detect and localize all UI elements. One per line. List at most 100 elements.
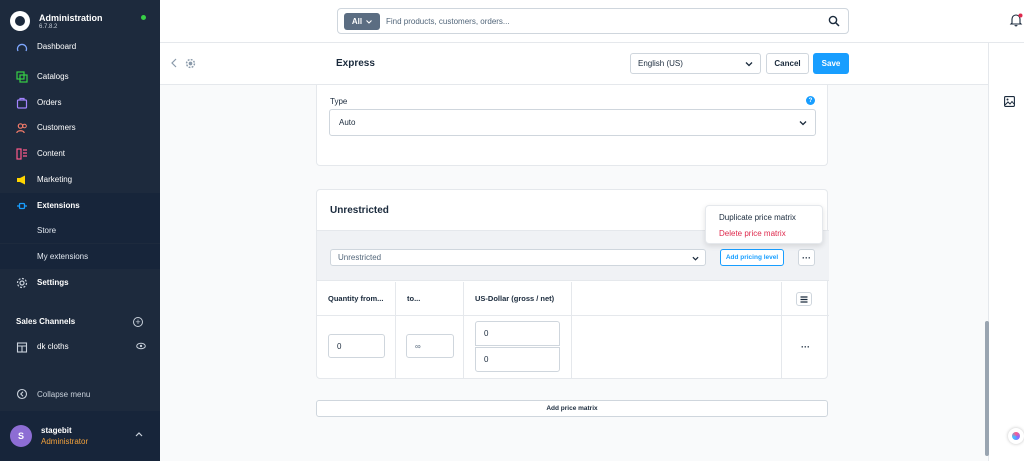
scrollbar[interactable]	[985, 321, 989, 456]
sidebar-item-extensions[interactable]: Extensions	[0, 193, 160, 218]
chevron-down-icon	[745, 62, 753, 67]
brand-name: Administration	[39, 13, 103, 23]
add-price-matrix-button[interactable]: Add price matrix	[316, 400, 828, 417]
table-cell: 0	[317, 316, 396, 379]
rule-value: Unrestricted	[338, 253, 382, 262]
gear-icon[interactable]	[185, 58, 196, 69]
delete-price-matrix-item[interactable]: Delete price matrix	[719, 229, 786, 238]
user-menu[interactable]: S stagebit Administrator	[0, 411, 160, 461]
chevron-down-icon	[692, 256, 699, 261]
online-status-dot	[141, 15, 146, 20]
back-chevron-icon[interactable]	[171, 58, 177, 71]
user-name: stagebit	[41, 426, 72, 435]
sidebar-item-orders[interactable]: Orders	[0, 90, 160, 115]
sidebar-item-my-extensions[interactable]: My extensions	[0, 244, 160, 269]
shopware-logo-icon	[10, 11, 30, 31]
menu-icon	[800, 295, 808, 303]
sidebar-item-settings[interactable]: Settings	[0, 270, 160, 295]
sidebar-item-marketing[interactable]: Marketing	[0, 167, 160, 192]
chevron-up-icon	[135, 430, 143, 439]
type-select[interactable]: Auto	[329, 109, 816, 136]
content-icon	[16, 147, 28, 160]
marketing-icon	[16, 174, 28, 186]
type-card: Type ? Auto	[316, 85, 828, 166]
smart-bar: Express English (US) Cancel Save	[160, 43, 988, 85]
sidebar-item-label: Dashboard	[37, 42, 77, 51]
sidebar: Administration 6.7.8.2 Dashboard Catalog…	[0, 0, 160, 461]
collapse-menu-button[interactable]: Collapse menu	[16, 388, 90, 400]
sidebar-item-label: Store	[37, 226, 57, 235]
language-value: English (US)	[638, 59, 683, 68]
sidebar-item-catalogs[interactable]: Catalogs	[0, 64, 160, 89]
add-sales-channel-icon[interactable]: +	[133, 317, 143, 327]
notification-bell-icon[interactable]	[1009, 13, 1023, 27]
search-scope-label: All	[351, 17, 363, 26]
media-image-icon[interactable]	[1004, 96, 1015, 107]
column-header-price: US-Dollar (gross / net)	[464, 282, 572, 316]
column-settings-header	[782, 282, 829, 316]
sidebar-right-panel	[988, 43, 1024, 461]
sidebar-item-content[interactable]: Content	[0, 141, 160, 166]
search-input[interactable]	[386, 13, 816, 30]
cancel-button[interactable]: Cancel	[766, 53, 809, 74]
sidebar-item-label: Marketing	[37, 175, 73, 184]
save-button[interactable]: Save	[813, 53, 849, 74]
quantity-from-input[interactable]: 0	[328, 334, 385, 358]
sidebar-item-label: Catalogs	[37, 72, 69, 81]
quantity-to-input[interactable]: ∞	[406, 334, 454, 358]
settings-icon	[16, 277, 28, 289]
sidebar-item-customers[interactable]: Customers	[0, 115, 160, 140]
price-net-input[interactable]: 0	[475, 347, 560, 372]
duplicate-price-matrix-item[interactable]: Duplicate price matrix	[719, 213, 796, 222]
chevron-down-icon	[799, 121, 807, 126]
page-title: Express	[336, 58, 375, 69]
brand-version: 6.7.8.2	[39, 24, 58, 30]
sales-channel-item[interactable]: dk cloths	[0, 334, 160, 359]
extensions-icon	[16, 200, 28, 212]
ai-assistant-icon[interactable]	[1008, 428, 1024, 444]
collapse-label: Collapse menu	[37, 389, 91, 399]
add-pricing-level-button[interactable]: Add pricing level	[720, 249, 784, 266]
sidebar-item-store[interactable]: Store	[0, 218, 160, 243]
search-icon[interactable]	[828, 15, 840, 27]
type-value: Auto	[339, 118, 356, 127]
customers-icon	[16, 122, 28, 134]
type-label: Type	[330, 97, 348, 106]
column-settings-button[interactable]	[796, 292, 812, 306]
chevron-down-icon	[366, 19, 372, 24]
avatar: S	[10, 425, 32, 447]
sidebar-item-label: Customers	[37, 123, 76, 132]
storefront-icon	[16, 341, 28, 353]
language-select[interactable]: English (US)	[630, 53, 761, 74]
search-scope-dropdown[interactable]: All	[344, 13, 380, 30]
sidebar-item-label: Content	[37, 149, 66, 158]
help-icon[interactable]: ?	[806, 96, 815, 105]
matrix-more-button[interactable]: ···	[798, 249, 815, 266]
context-menu: Duplicate price matrix Delete price matr…	[705, 205, 823, 244]
column-header-quantity-from: Quantity from...	[317, 282, 396, 316]
row-actions-button[interactable]: ···	[801, 342, 810, 352]
table-cell	[572, 316, 782, 379]
price-matrix-title: Unrestricted	[330, 205, 389, 216]
sales-channels-title: Sales Channels	[16, 317, 76, 326]
sidebar-item-label: Orders	[37, 98, 62, 107]
price-table: Quantity from... to... US-Dollar (gross …	[317, 282, 829, 380]
column-header-empty	[572, 282, 782, 316]
sidebar-item-label: Settings	[37, 278, 69, 287]
dashboard-icon	[16, 42, 28, 54]
price-gross-input[interactable]: 0	[475, 321, 560, 346]
brand[interactable]: Administration 6.7.8.2	[10, 8, 155, 38]
table-cell: ∞	[396, 316, 464, 379]
sales-channel-label: dk cloths	[37, 342, 69, 351]
user-role: Administrator	[41, 437, 89, 446]
table-cell: 0 0	[464, 316, 572, 379]
collapse-icon	[16, 388, 28, 400]
column-header-quantity-to: to...	[396, 282, 464, 316]
global-search: All	[337, 8, 849, 34]
sidebar-item-dashboard[interactable]: Dashboard	[0, 38, 160, 62]
rule-select[interactable]: Unrestricted	[330, 249, 706, 266]
sidebar-item-label: My extensions	[37, 252, 89, 261]
eye-icon[interactable]	[136, 342, 146, 352]
catalog-icon	[16, 70, 28, 83]
orders-icon	[16, 97, 28, 109]
